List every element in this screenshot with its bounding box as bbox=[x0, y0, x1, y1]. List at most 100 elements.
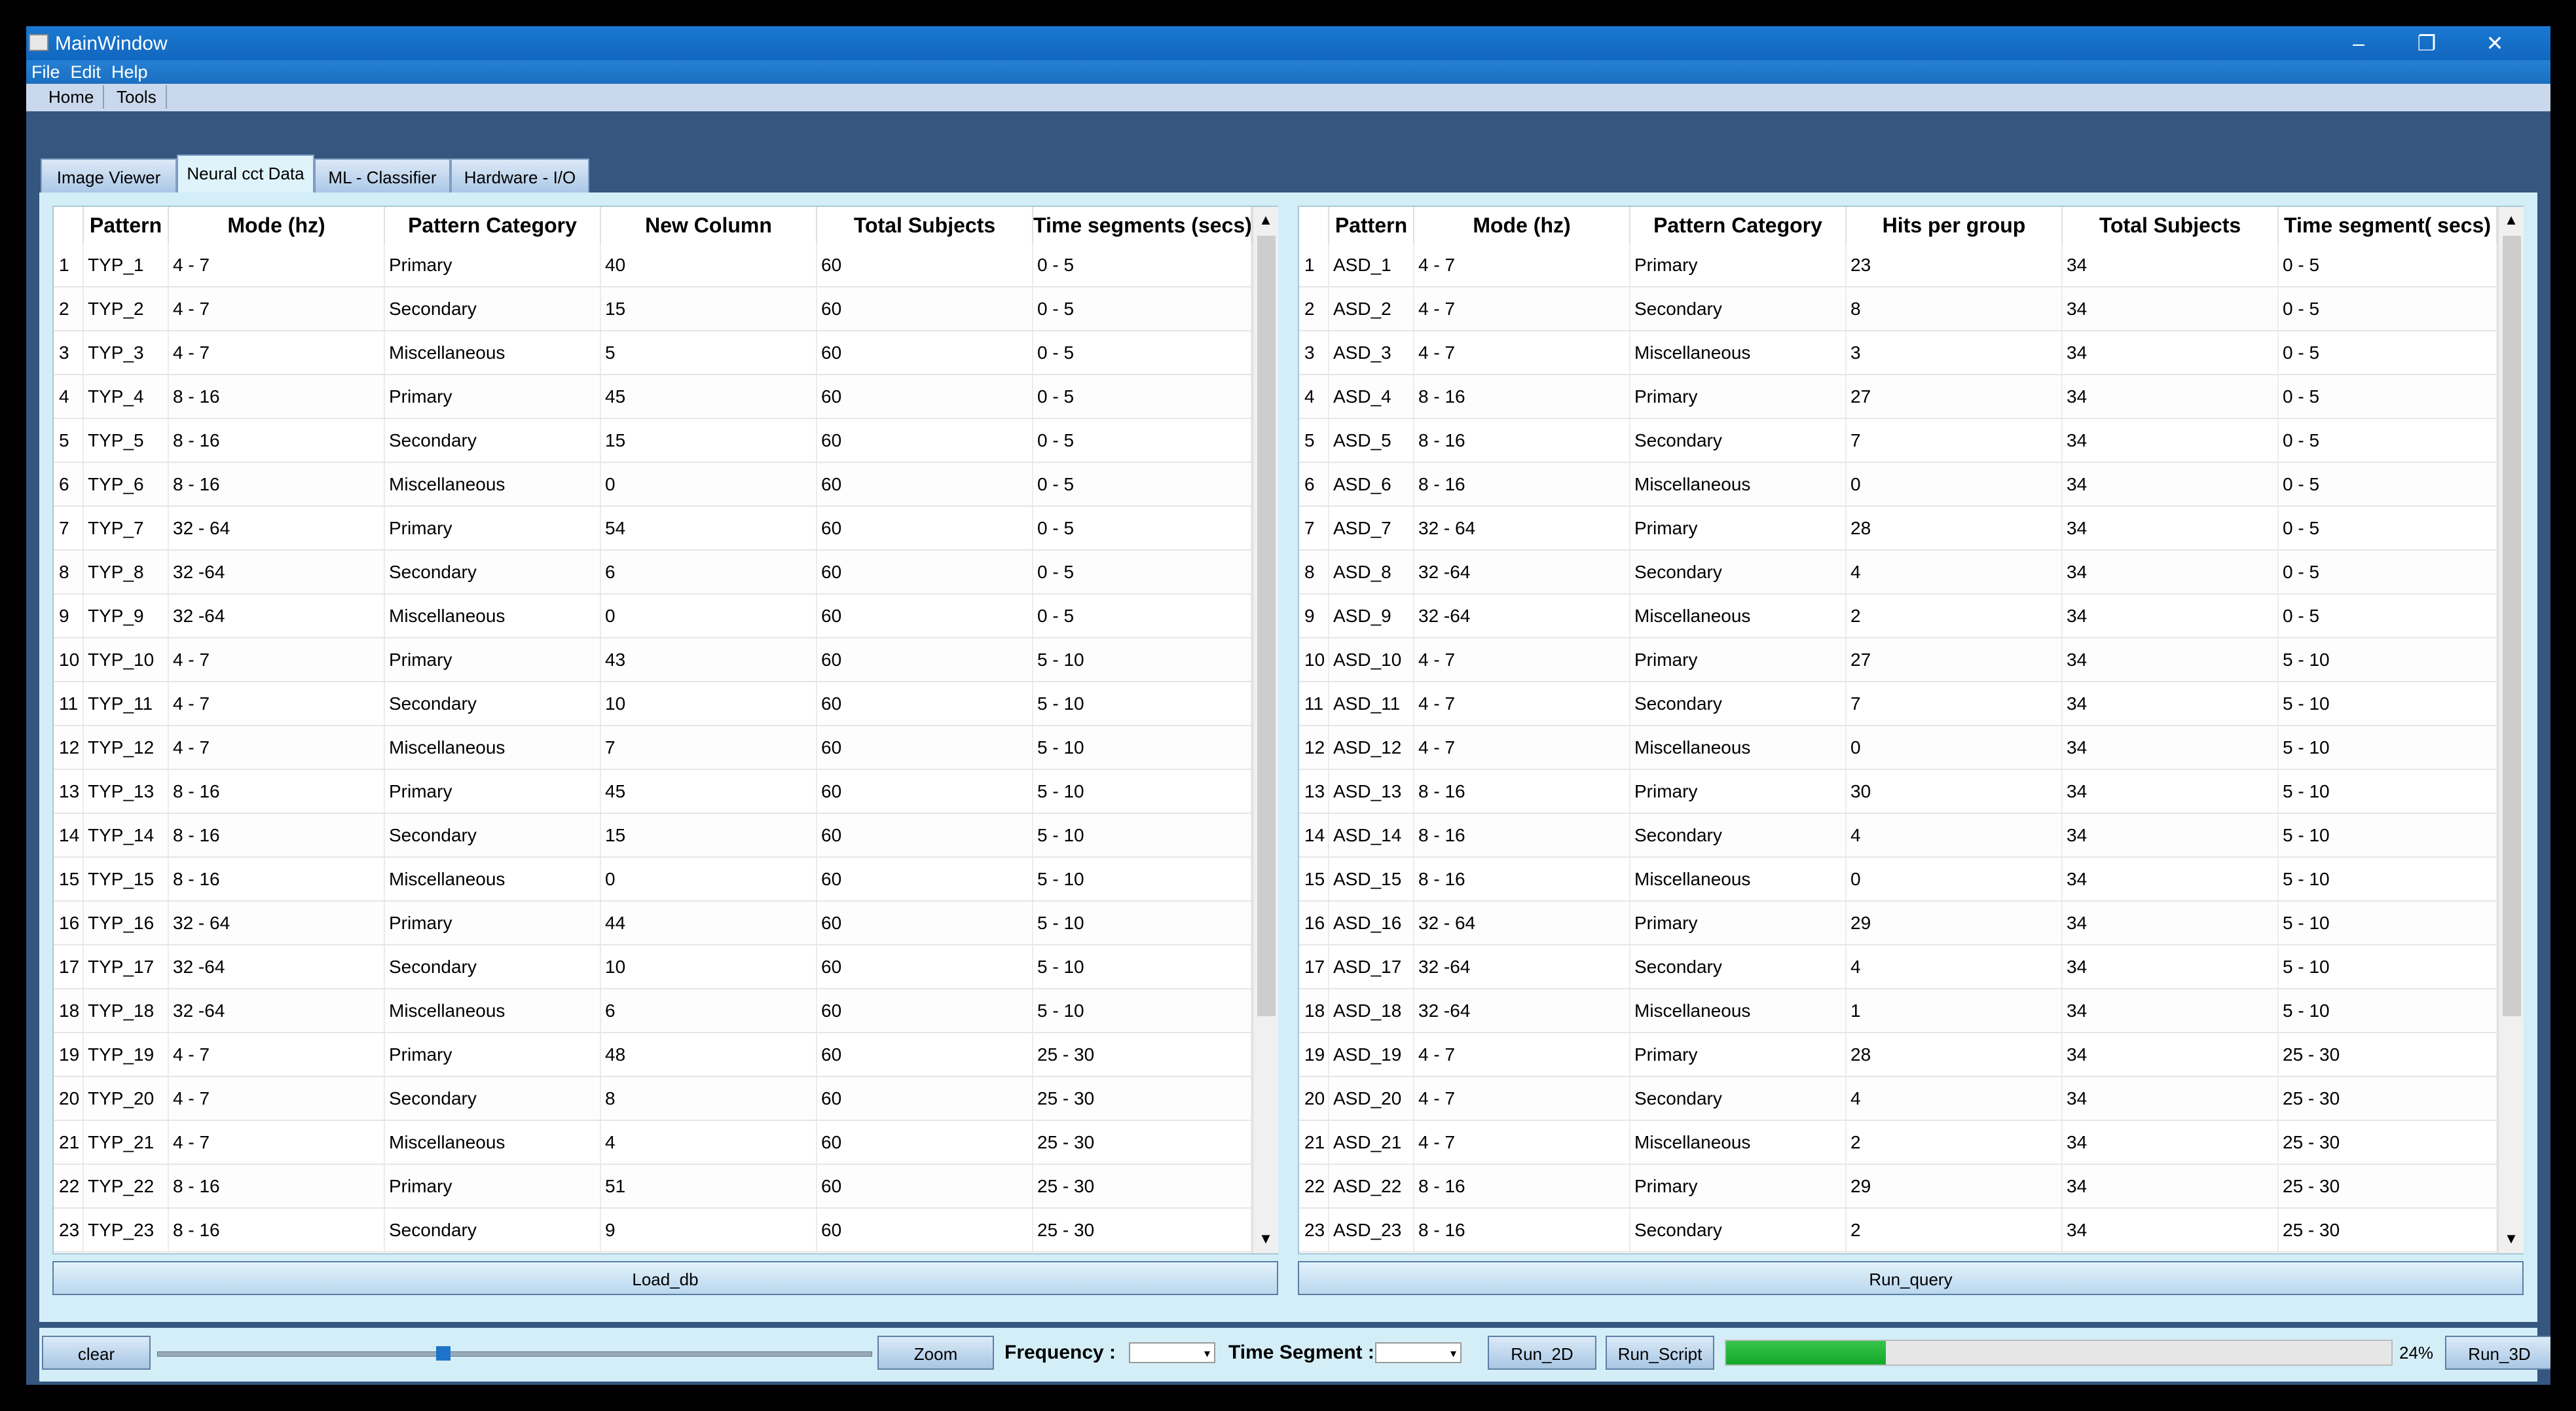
time-segment-cell[interactable]: 25 - 30 bbox=[2279, 1165, 2497, 1207]
time-segment-cell[interactable]: 25 - 30 bbox=[2279, 1209, 2497, 1251]
row-number[interactable]: 5 bbox=[1299, 419, 1329, 462]
time-segment-cell[interactable]: 0 - 5 bbox=[1033, 595, 1252, 637]
value-cell[interactable]: 28 bbox=[1847, 1033, 2063, 1076]
scroll-down-icon[interactable]: ▼ bbox=[1253, 1226, 1278, 1252]
pattern-cell[interactable]: ASD_9 bbox=[1329, 595, 1414, 637]
pattern-cell[interactable]: TYP_7 bbox=[84, 507, 169, 549]
mode-cell[interactable]: 4 - 7 bbox=[169, 1033, 385, 1076]
row-number[interactable]: 6 bbox=[1299, 463, 1329, 505]
value-cell[interactable]: 43 bbox=[601, 638, 817, 681]
table-row[interactable]: 11 TYP_11 4 - 7 Secondary 10 60 5 - 10 bbox=[54, 682, 1252, 726]
time-segment-cell[interactable]: 5 - 10 bbox=[1033, 770, 1252, 813]
row-number[interactable]: 10 bbox=[54, 638, 84, 681]
time-segment-cell[interactable]: 5 - 10 bbox=[2279, 682, 2497, 725]
mode-cell[interactable]: 8 - 16 bbox=[169, 858, 385, 900]
table-row[interactable]: 15 ASD_15 8 - 16 Miscellaneous 0 34 5 - 10 bbox=[1299, 858, 2497, 902]
category-cell[interactable]: Primary bbox=[1630, 375, 1847, 418]
category-cell[interactable]: Secondary bbox=[385, 682, 601, 725]
value-cell[interactable]: 9 bbox=[601, 1209, 817, 1251]
mode-cell[interactable]: 8 - 16 bbox=[169, 814, 385, 856]
value-cell[interactable]: 4 bbox=[601, 1121, 817, 1164]
time-segment-cell[interactable]: 0 - 5 bbox=[2279, 375, 2497, 418]
mode-cell[interactable]: 32 - 64 bbox=[169, 507, 385, 549]
run-query-button[interactable]: Run_query bbox=[1298, 1261, 2524, 1295]
value-cell[interactable]: 7 bbox=[1847, 419, 2063, 462]
tab-ml-classifier[interactable]: ML - Classifier bbox=[314, 158, 451, 194]
time-segment-cell[interactable]: 25 - 30 bbox=[1033, 1077, 1252, 1120]
category-cell[interactable]: Miscellaneous bbox=[1630, 858, 1847, 900]
category-cell[interactable]: Miscellaneous bbox=[385, 858, 601, 900]
time-segment-cell[interactable]: 5 - 10 bbox=[2279, 814, 2497, 856]
category-cell[interactable]: Miscellaneous bbox=[385, 463, 601, 505]
header-total-subjects[interactable]: Total Subjects bbox=[817, 207, 1033, 244]
mode-cell[interactable]: 4 - 7 bbox=[169, 1077, 385, 1120]
category-cell[interactable]: Miscellaneous bbox=[385, 595, 601, 637]
time-segment-cell[interactable]: 0 - 5 bbox=[1033, 287, 1252, 330]
table-row[interactable]: 14 TYP_14 8 - 16 Secondary 15 60 5 - 10 bbox=[54, 814, 1252, 858]
value-cell[interactable]: 29 bbox=[1847, 1165, 2063, 1207]
total-subjects-cell[interactable]: 34 bbox=[2063, 331, 2279, 374]
asd-table-scrollbar[interactable]: ▲ ▼ bbox=[2497, 207, 2524, 1253]
pattern-cell[interactable]: TYP_11 bbox=[84, 682, 169, 725]
row-number[interactable]: 16 bbox=[1299, 902, 1329, 944]
pattern-cell[interactable]: ASD_16 bbox=[1329, 902, 1414, 944]
pattern-cell[interactable]: TYP_21 bbox=[84, 1121, 169, 1164]
category-cell[interactable]: Miscellaneous bbox=[385, 1121, 601, 1164]
value-cell[interactable]: 15 bbox=[601, 814, 817, 856]
mode-cell[interactable]: 32 -64 bbox=[169, 551, 385, 593]
time-segment-cell[interactable]: 0 - 5 bbox=[1033, 375, 1252, 418]
value-cell[interactable]: 4 bbox=[1847, 551, 2063, 593]
total-subjects-cell[interactable]: 60 bbox=[817, 726, 1033, 769]
category-cell[interactable]: Primary bbox=[385, 638, 601, 681]
total-subjects-cell[interactable]: 34 bbox=[2063, 551, 2279, 593]
time-segment-cell[interactable]: 5 - 10 bbox=[2279, 770, 2497, 813]
header-hits-per-group[interactable]: Hits per group bbox=[1847, 207, 2063, 244]
category-cell[interactable]: Primary bbox=[1630, 507, 1847, 549]
value-cell[interactable]: 28 bbox=[1847, 507, 2063, 549]
run-3d-button[interactable]: Run_3D bbox=[2445, 1336, 2550, 1370]
mode-cell[interactable]: 32 -64 bbox=[169, 989, 385, 1032]
row-number[interactable]: 1 bbox=[54, 244, 84, 286]
pattern-cell[interactable]: ASD_5 bbox=[1329, 419, 1414, 462]
header-time-segment[interactable]: Time segment( secs) bbox=[2279, 207, 2497, 244]
value-cell[interactable]: 0 bbox=[1847, 463, 2063, 505]
zoom-slider[interactable] bbox=[157, 1351, 872, 1357]
row-number[interactable]: 23 bbox=[1299, 1209, 1329, 1251]
row-number[interactable]: 11 bbox=[54, 682, 84, 725]
category-cell[interactable]: Secondary bbox=[1630, 419, 1847, 462]
row-number[interactable]: 19 bbox=[54, 1033, 84, 1076]
menu-edit[interactable]: Edit bbox=[71, 60, 101, 84]
pattern-cell[interactable]: ASD_20 bbox=[1329, 1077, 1414, 1120]
table-row[interactable]: 12 ASD_12 4 - 7 Miscellaneous 0 34 5 - 10 bbox=[1299, 726, 2497, 770]
table-row[interactable]: 10 ASD_10 4 - 7 Primary 27 34 5 - 10 bbox=[1299, 638, 2497, 682]
value-cell[interactable]: 15 bbox=[601, 419, 817, 462]
table-row[interactable]: 23 ASD_23 8 - 16 Secondary 2 34 25 - 30 bbox=[1299, 1209, 2497, 1253]
table-row[interactable]: 9 TYP_9 32 -64 Miscellaneous 0 60 0 - 5 bbox=[54, 595, 1252, 638]
time-segment-cell[interactable]: 0 - 5 bbox=[2279, 419, 2497, 462]
category-cell[interactable]: Secondary bbox=[385, 814, 601, 856]
table-row[interactable]: 16 TYP_16 32 - 64 Primary 44 60 5 - 10 bbox=[54, 902, 1252, 945]
row-number[interactable]: 13 bbox=[54, 770, 84, 813]
pattern-cell[interactable]: TYP_15 bbox=[84, 858, 169, 900]
row-number[interactable]: 1 bbox=[1299, 244, 1329, 286]
table-row[interactable]: 20 ASD_20 4 - 7 Secondary 4 34 25 - 30 bbox=[1299, 1077, 2497, 1121]
mode-cell[interactable]: 32 - 64 bbox=[1414, 507, 1630, 549]
table-row[interactable]: 23 TYP_23 8 - 16 Secondary 9 60 25 - 30 bbox=[54, 1209, 1252, 1253]
mode-cell[interactable]: 4 - 7 bbox=[169, 331, 385, 374]
category-cell[interactable]: Secondary bbox=[385, 419, 601, 462]
row-number[interactable]: 11 bbox=[1299, 682, 1329, 725]
pattern-cell[interactable]: ASD_22 bbox=[1329, 1165, 1414, 1207]
value-cell[interactable]: 4 bbox=[1847, 945, 2063, 988]
time-segment-cell[interactable]: 5 - 10 bbox=[1033, 902, 1252, 944]
chevron-down-icon[interactable]: ▾ bbox=[1204, 1345, 1210, 1362]
mode-cell[interactable]: 8 - 16 bbox=[169, 770, 385, 813]
category-cell[interactable]: Miscellaneous bbox=[385, 726, 601, 769]
category-cell[interactable]: Primary bbox=[385, 902, 601, 944]
category-cell[interactable]: Secondary bbox=[1630, 1209, 1847, 1251]
row-number[interactable]: 18 bbox=[54, 989, 84, 1032]
pattern-cell[interactable]: TYP_19 bbox=[84, 1033, 169, 1076]
scroll-up-icon[interactable]: ▲ bbox=[1253, 207, 1278, 233]
category-cell[interactable]: Miscellaneous bbox=[385, 331, 601, 374]
category-cell[interactable]: Primary bbox=[1630, 902, 1847, 944]
value-cell[interactable]: 29 bbox=[1847, 902, 2063, 944]
